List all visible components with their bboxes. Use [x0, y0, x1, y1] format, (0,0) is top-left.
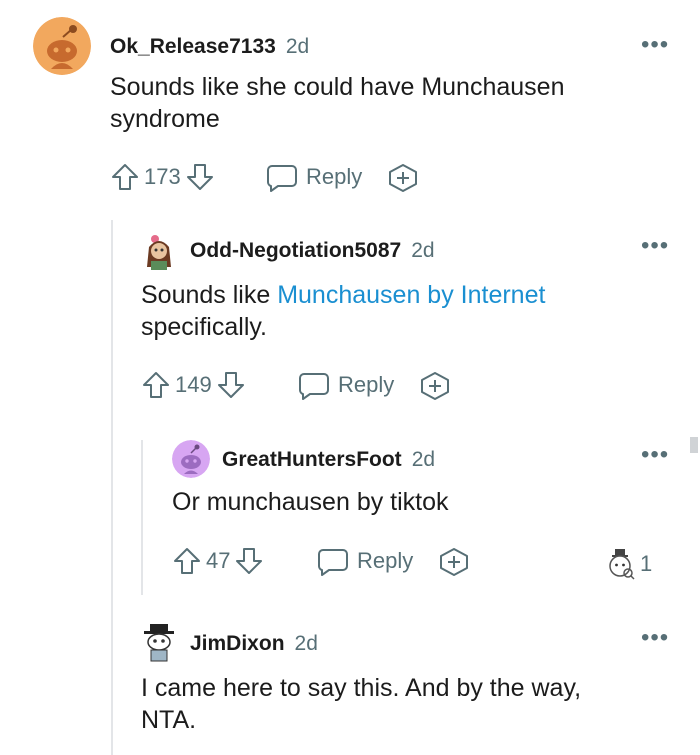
- award-button[interactable]: [419, 371, 451, 401]
- snoo-avatar-icon: [172, 440, 210, 478]
- snoo-avatar-icon: [147, 235, 171, 270]
- timestamp: 2d: [285, 35, 310, 58]
- reply-label: Reply: [306, 164, 363, 189]
- upvote-icon[interactable]: [110, 162, 140, 192]
- award-count: 1: [640, 551, 653, 576]
- award-button[interactable]: [387, 163, 419, 193]
- scroll-indicator[interactable]: [690, 437, 698, 453]
- vote-score: 173: [144, 164, 181, 189]
- more-options-button[interactable]: •••: [641, 443, 669, 467]
- upvote-icon[interactable]: [172, 546, 202, 576]
- vote-score: 47: [206, 548, 231, 573]
- award-badge[interactable]: 1: [604, 548, 656, 580]
- downvote-icon[interactable]: [234, 546, 264, 576]
- chat-bubble-icon: [267, 165, 297, 192]
- timestamp: 2d: [294, 632, 318, 655]
- comment-text: specifically.: [141, 313, 267, 341]
- comment-body: Sounds like she could have Munchausen sy…: [110, 73, 565, 133]
- vote-bar: 173: [110, 162, 215, 192]
- vote-score: 149: [175, 372, 212, 397]
- award-button[interactable]: [438, 547, 470, 577]
- thread-line-level-1[interactable]: [111, 220, 113, 755]
- username[interactable]: GreatHuntersFoot: [222, 448, 402, 471]
- more-options-button[interactable]: •••: [641, 626, 669, 650]
- avatar[interactable]: [141, 622, 177, 662]
- avatar[interactable]: [141, 233, 177, 271]
- upvote-icon[interactable]: [141, 370, 171, 400]
- comment-author[interactable]: JimDixon 2d: [190, 632, 318, 656]
- username[interactable]: JimDixon: [190, 632, 285, 655]
- wholesome-award-icon: [609, 549, 635, 580]
- more-options-button[interactable]: •••: [641, 234, 669, 258]
- vote-bar: 149: [141, 370, 246, 400]
- comment-body: I came here to say this. And by the way,…: [141, 674, 582, 734]
- add-award-icon: [421, 372, 449, 400]
- more-options-button[interactable]: •••: [641, 33, 669, 57]
- thread-line-level-2[interactable]: [141, 440, 143, 595]
- comment-author[interactable]: Odd-Negotiation5087 2d: [190, 239, 435, 263]
- comment-author[interactable]: GreatHuntersFoot 2d: [222, 448, 435, 472]
- timestamp: 2d: [411, 448, 436, 471]
- add-award-icon: [440, 548, 468, 576]
- comment-body: Or munchausen by tiktok: [172, 488, 449, 516]
- downvote-icon[interactable]: [185, 162, 215, 192]
- avatar[interactable]: [33, 17, 91, 75]
- comment-body: Sounds like Munchausen by Internet speci…: [141, 279, 641, 343]
- snoo-avatar-icon: [144, 624, 174, 662]
- comment-author[interactable]: Ok_Release7133 2d: [110, 35, 309, 59]
- username[interactable]: Odd-Negotiation5087: [190, 239, 401, 262]
- reply-button[interactable]: Reply: [298, 370, 394, 400]
- add-award-icon: [389, 164, 417, 192]
- vote-bar: 47: [172, 546, 264, 576]
- avatar[interactable]: [172, 440, 210, 478]
- comment-text: Sounds like: [141, 281, 278, 309]
- reply-button[interactable]: Reply: [317, 546, 413, 576]
- timestamp: 2d: [411, 239, 435, 262]
- reply-label: Reply: [338, 372, 395, 397]
- snoo-avatar-icon: [33, 17, 91, 75]
- reply-button[interactable]: Reply: [266, 162, 362, 192]
- chat-bubble-icon: [318, 549, 348, 576]
- inline-link[interactable]: Munchausen by Internet: [277, 281, 545, 309]
- downvote-icon[interactable]: [216, 370, 246, 400]
- chat-bubble-icon: [299, 373, 329, 400]
- username[interactable]: Ok_Release7133: [110, 35, 276, 58]
- reply-label: Reply: [357, 548, 414, 573]
